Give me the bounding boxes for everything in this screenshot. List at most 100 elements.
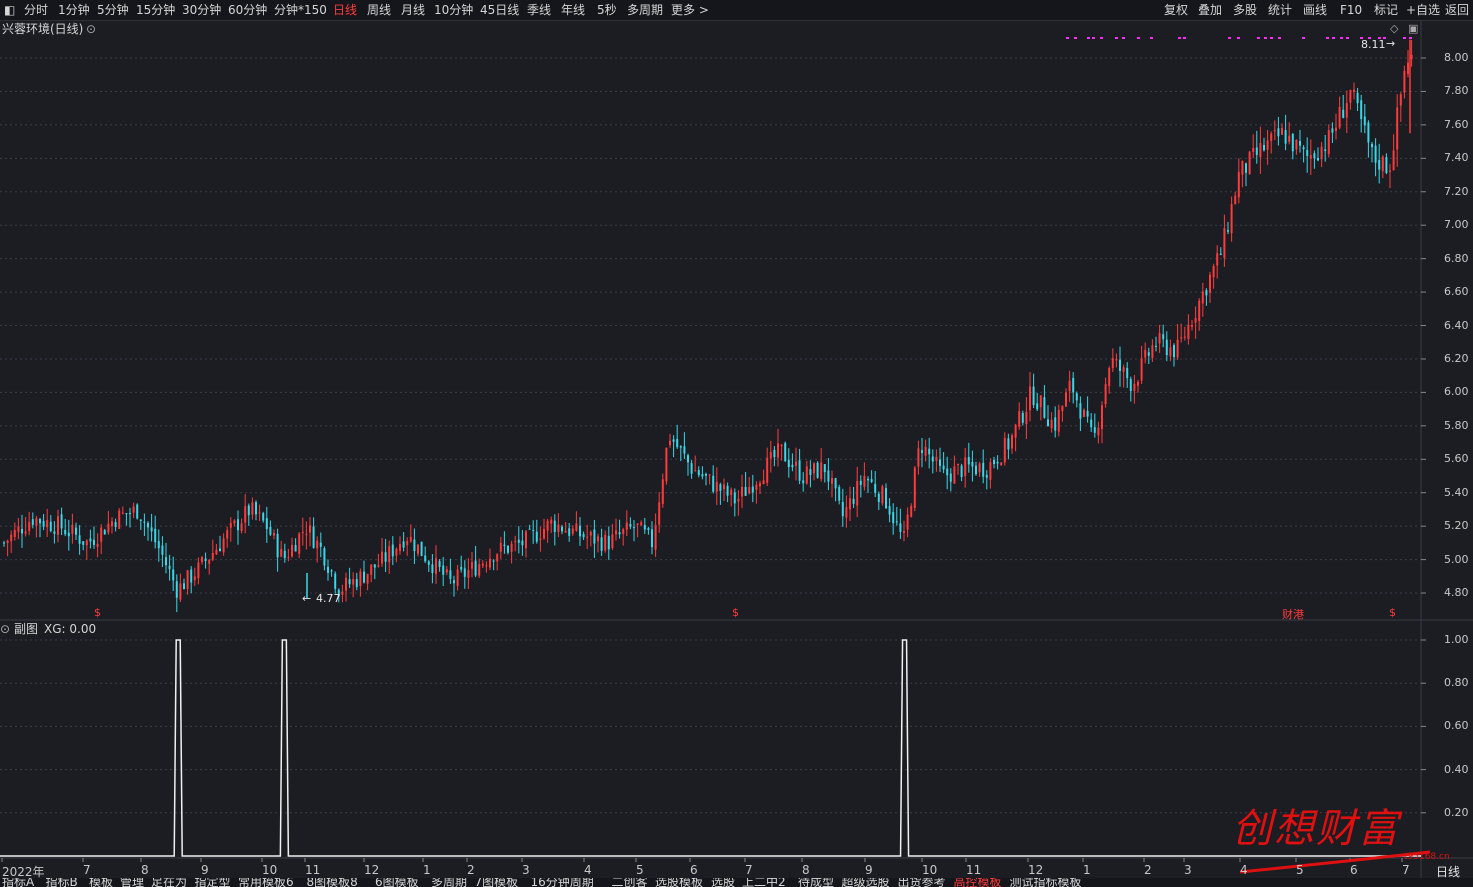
price-tick: 7.00 (1444, 218, 1469, 232)
candle-body (543, 528, 545, 539)
candle-body (1295, 140, 1298, 150)
template-tab-19[interactable]: 高控模板 (954, 878, 1002, 887)
kline-chart[interactable] (0, 0, 1473, 887)
event-mark[interactable]: $ (94, 606, 101, 619)
signal-dot (1264, 37, 1267, 39)
template-tab-8[interactable]: 6图模板 (375, 878, 419, 887)
template-tab-0[interactable]: 指标A (2, 878, 34, 887)
candle-body (161, 545, 164, 555)
candle-body (1209, 274, 1211, 293)
candle-body (784, 443, 787, 462)
candle-body (345, 577, 347, 591)
template-tab-1[interactable]: 指标B (46, 878, 78, 887)
candle-body (1140, 358, 1143, 381)
template-tab-14[interactable]: 选股 (711, 878, 735, 887)
candle-body (683, 446, 686, 454)
candle-body (1223, 228, 1226, 258)
template-tab-16[interactable]: 待成型 (798, 878, 834, 887)
candle-body (1000, 462, 1003, 466)
template-tab-6[interactable]: 常用模板6 (238, 878, 294, 887)
candle-body (363, 571, 365, 583)
date-tick: 3 (522, 863, 530, 877)
candle-body (838, 486, 841, 501)
date-tick: 1 (1083, 863, 1091, 877)
template-tab-3[interactable]: 管理 (120, 878, 144, 887)
indicator-tick: 0.80 (1444, 676, 1469, 690)
signal-dot (1074, 37, 1077, 39)
candle-body (492, 560, 495, 562)
candle-body (755, 484, 758, 490)
template-tab-18[interactable]: 出货参考 (898, 878, 946, 887)
template-tab-5[interactable]: 指定型 (195, 878, 231, 887)
candle-body (399, 544, 401, 552)
date-tick: 10 (922, 863, 938, 877)
candle-body (381, 551, 383, 564)
date-tick: 9 (865, 863, 873, 877)
candle-body (989, 462, 992, 480)
template-tab-7[interactable]: 8图模板8 (307, 878, 358, 887)
candle-body (874, 483, 877, 493)
candle-body (10, 534, 13, 542)
candle-body (600, 537, 603, 551)
candle-body (60, 514, 63, 529)
template-tab-2[interactable]: 模板 (89, 878, 113, 887)
candle-body (1245, 163, 1247, 173)
collapse-icon[interactable]: ⊙ (0, 621, 10, 637)
candle-body (46, 520, 49, 528)
candle-body (586, 536, 589, 538)
candle-body (96, 543, 99, 547)
candle-body (1205, 290, 1208, 296)
window-icon[interactable]: ▣ (1408, 22, 1418, 35)
candle-body (1338, 106, 1341, 128)
date-tick: 5 (636, 863, 644, 877)
candle-body (1122, 367, 1125, 372)
candle-body (1201, 291, 1204, 304)
signal-dot (1183, 37, 1186, 39)
candle-body (867, 478, 869, 481)
candle-body (114, 522, 117, 527)
candle-body (1165, 339, 1168, 356)
candle-body (125, 513, 128, 515)
candle-body (1137, 381, 1139, 386)
candle-body (795, 461, 797, 466)
template-tab-12[interactable]: 二创客 (612, 878, 648, 887)
candle-body (1248, 151, 1251, 174)
event-mark[interactable]: $ (732, 606, 739, 619)
candle-body (157, 541, 160, 549)
candle-body (1090, 419, 1093, 428)
candle-body (1309, 155, 1312, 159)
template-tab-4[interactable]: 足在为 (151, 878, 187, 887)
candle-body (888, 506, 891, 515)
candle-body (1302, 147, 1305, 150)
signal-dot (1100, 37, 1103, 39)
candle-body (413, 539, 416, 552)
candle-body (1025, 411, 1028, 425)
candle-body (1198, 300, 1201, 321)
event-mark[interactable]: 财港 (1282, 606, 1304, 622)
template-tab-17[interactable]: 超级选股 (842, 878, 890, 887)
stock-title: 兴蓉环境(日线) (2, 22, 84, 36)
template-tab-13[interactable]: 选股模板 (655, 878, 703, 887)
price-tick: 7.20 (1444, 184, 1469, 198)
candle-body (561, 526, 563, 532)
diamond-icon[interactable]: ◇ (1390, 22, 1398, 35)
candle-body (355, 579, 358, 588)
template-tab-11[interactable]: 16分钟周期 (531, 878, 594, 887)
template-tabs: 指标A 指标B 模板 管理 足在为 指定型 常用模板6 8图模板8 6图模板 多周期 7图模板 16分… (0, 878, 1473, 887)
template-tab-15[interactable]: 上二中2 (742, 878, 786, 887)
dropdown-icon[interactable]: ⊙ (86, 21, 96, 37)
template-tab-9[interactable]: 多周期 (431, 878, 467, 887)
candle-body (946, 468, 949, 476)
template-tab-10[interactable]: 7图模板 (475, 878, 519, 887)
template-tab-20[interactable]: 测试指标模板 (1010, 878, 1082, 887)
candle-body (939, 459, 941, 466)
signal-dot (1066, 37, 1069, 39)
candle-body (748, 487, 751, 494)
signal-dot (1092, 37, 1095, 39)
event-mark[interactable]: $ (1389, 606, 1396, 619)
xg-indicator-value: XG: 0.00 (44, 622, 97, 636)
candle-body (132, 506, 135, 513)
date-tick: 7 (83, 863, 91, 877)
price-tick: 7.60 (1444, 117, 1469, 131)
candle-body (629, 523, 632, 527)
